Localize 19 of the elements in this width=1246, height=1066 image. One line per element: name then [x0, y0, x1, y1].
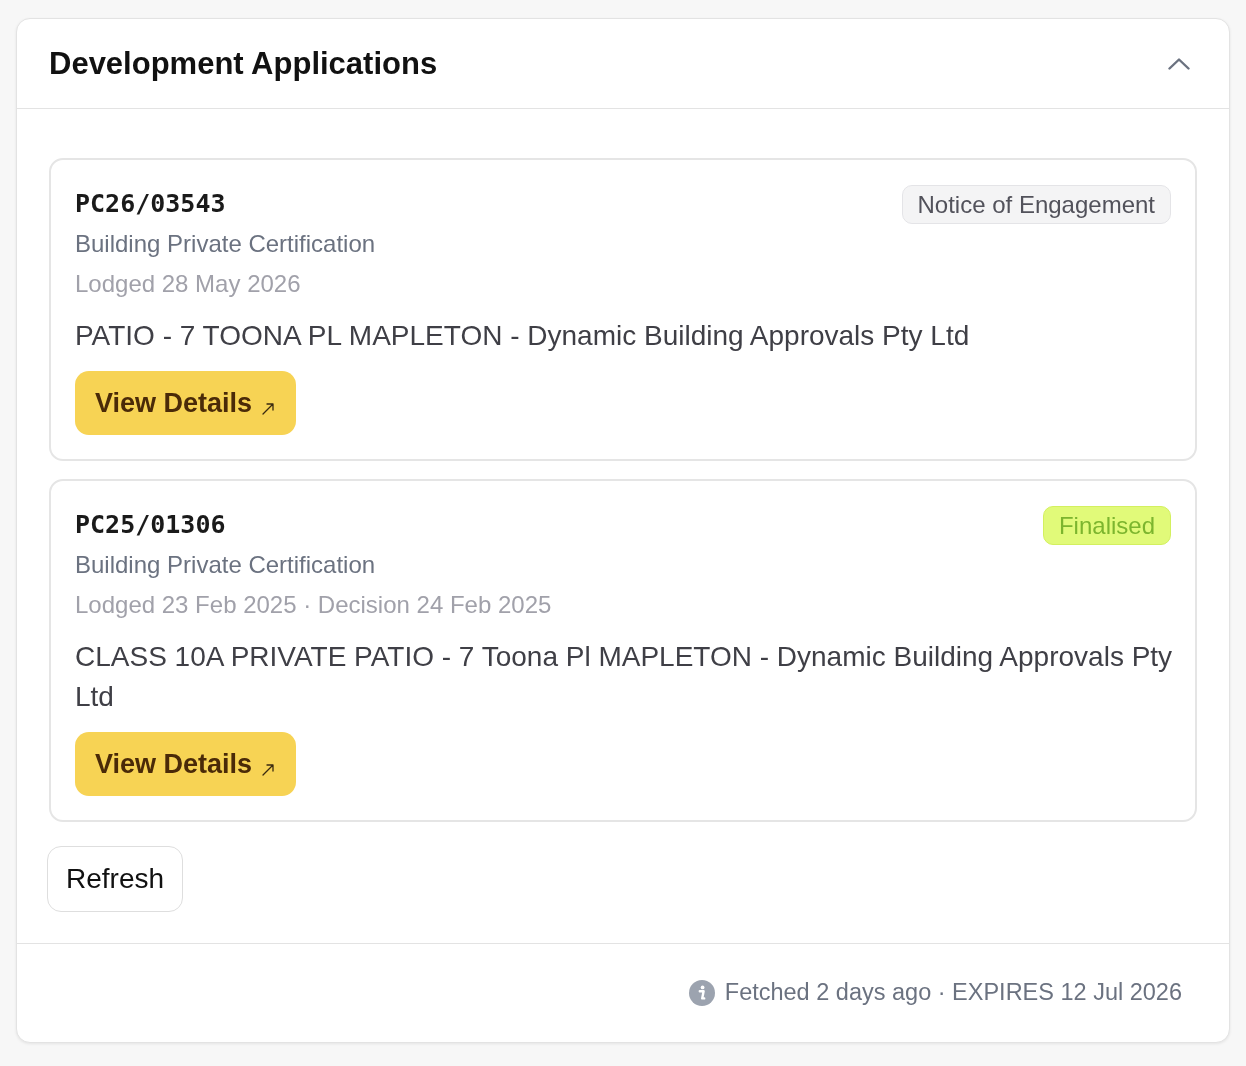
- status-badge: Notice of Engagement: [901, 185, 1171, 224]
- diagonal-arrow-icon: [262, 764, 275, 776]
- chevron-icon: [1168, 57, 1190, 70]
- application-type: Building Private Certification: [75, 550, 377, 580]
- view-details-button[interactable]: View Details: [75, 371, 297, 435]
- application-dates: Lodged 28 May 2026: [75, 269, 302, 299]
- application-description: PATIO - 7 TOONA PL MAPLETON - Dynamic Building Approvals Pty Ltd: [75, 319, 971, 353]
- application-dates: Lodged 23 Feb 2025 · Decision 24 Feb 2025: [75, 590, 553, 620]
- reference-number: PC26/03543: [75, 188, 226, 220]
- diagonal-arrow-icon: [262, 403, 275, 415]
- info-icon: [688, 980, 715, 1006]
- application-description: CLASS 10A PRIVATE PATIO - 7 Toona Pl MAPLETON - Dynamic Building Approvals Pty Ltd: [75, 640, 1174, 714]
- status-badge: Finalised: [1042, 506, 1171, 545]
- refresh-button[interactable]: Refresh: [47, 846, 184, 912]
- application-type: Building Private Certification: [75, 229, 377, 259]
- panel-title: Development Applications: [49, 48, 438, 79]
- view-details-button[interactable]: View Details: [75, 732, 297, 796]
- fetched-status-text: Fetched 2 days ago · EXPIRES 12 Jul 2026: [724, 978, 1182, 1008]
- reference-number: PC25/01306: [75, 509, 226, 541]
